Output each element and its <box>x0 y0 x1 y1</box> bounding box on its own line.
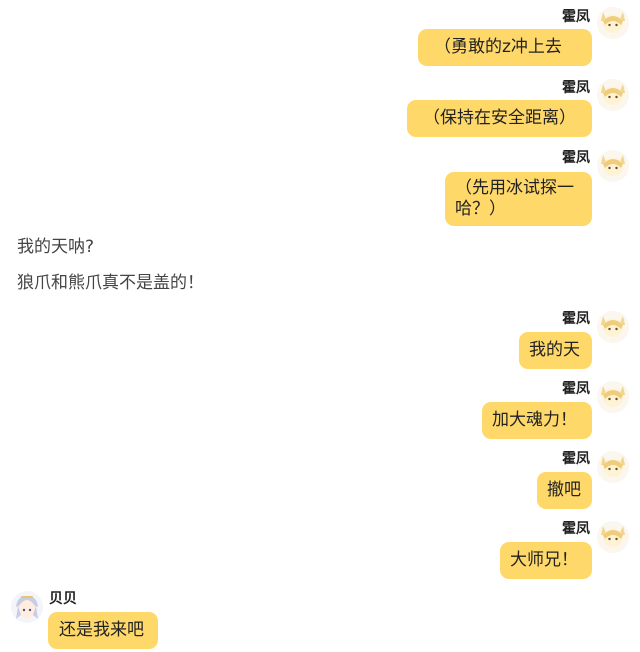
message-bubble[interactable]: 撤吧 <box>537 472 592 509</box>
sender-name: 霍凤 <box>562 9 590 25</box>
message-bubble[interactable]: （勇敢的z冲上去 <box>418 29 592 66</box>
fox-girl-avatar-icon[interactable] <box>597 150 629 182</box>
sender-name: 霍凤 <box>562 80 590 96</box>
sender-name: 霍凤 <box>562 521 590 537</box>
sender-name: 霍凤 <box>562 381 590 397</box>
narration-line: 狼爪和熊爪真不是盖的！ <box>17 273 204 293</box>
message-bubble[interactable]: （保持在安全距离） <box>407 100 592 137</box>
message-bubble[interactable]: 还是我来吧 <box>48 612 158 649</box>
narration-line: 我的天呐? <box>17 237 95 257</box>
fox-girl-avatar-icon[interactable] <box>597 7 629 39</box>
sender-name: 霍凤 <box>562 451 590 467</box>
silver-hair-avatar-icon[interactable] <box>11 591 43 623</box>
fox-girl-avatar-icon[interactable] <box>597 451 629 483</box>
fox-girl-avatar-icon[interactable] <box>597 521 629 553</box>
fox-girl-avatar-icon[interactable] <box>597 311 629 343</box>
fox-girl-avatar-icon[interactable] <box>597 79 629 111</box>
message-bubble[interactable]: 大师兄！ <box>500 542 592 579</box>
sender-name: 贝贝 <box>49 591 77 607</box>
message-bubble[interactable]: 我的天 <box>519 332 592 369</box>
message-bubble[interactable]: （先用冰试探一 哈？） <box>445 172 592 226</box>
sender-name: 霍凤 <box>562 150 590 166</box>
sender-name: 霍凤 <box>562 311 590 327</box>
message-bubble[interactable]: 加大魂力！ <box>482 402 592 439</box>
fox-girl-avatar-icon[interactable] <box>597 381 629 413</box>
